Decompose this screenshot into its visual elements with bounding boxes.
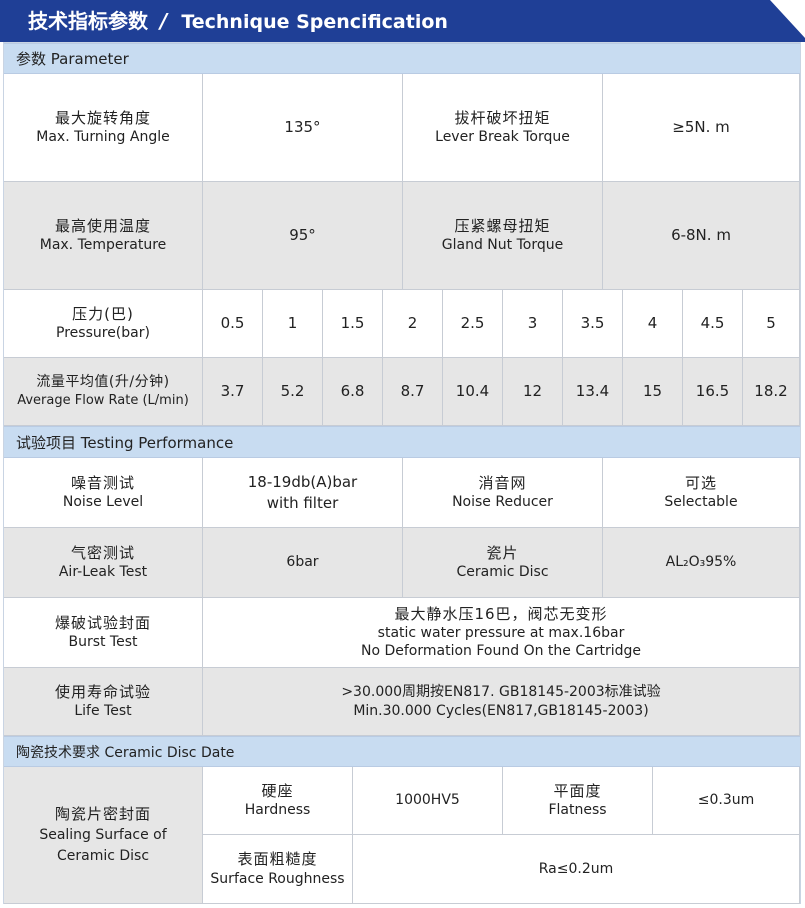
noise-zh: 噪音测试 bbox=[70, 473, 135, 492]
air-leak-en: Air-Leak Test bbox=[58, 564, 148, 581]
title-chinese: 技术指标参数 bbox=[28, 9, 148, 33]
air-leak-value: 6bar bbox=[203, 528, 403, 598]
section-testing: 试验项目 Testing Performance bbox=[4, 426, 800, 458]
flow-rate-zh: 流量平均值(升/分钟) bbox=[36, 374, 170, 391]
section-ceramic: 陶瓷技术要求 Ceramic Disc Date bbox=[4, 736, 800, 767]
noise-en: Noise Level bbox=[62, 494, 144, 511]
title-english: Technique Spencification bbox=[181, 11, 448, 33]
life-test-value: >30.000周期按EN817. GB18145-2003标准试验 Min.30… bbox=[203, 668, 800, 736]
noise-value-line2: with filter bbox=[266, 493, 339, 512]
ceramic-disc-en: Ceramic Disc bbox=[456, 564, 549, 581]
sealing-surface-en1: Sealing Surface of bbox=[39, 827, 167, 844]
pressure-label: 压力(巴) Pressure(bar) bbox=[4, 290, 203, 358]
flow-value: 16.5 bbox=[683, 358, 743, 426]
life-test-label: 使用寿命试验 Life Test bbox=[4, 668, 203, 736]
pressure-value: 5 bbox=[743, 290, 800, 358]
page-title: 技术指标参数 / Technique Spencification bbox=[28, 6, 448, 36]
burst-line3: No Deformation Found On the Cartridge bbox=[361, 643, 641, 660]
life-test-zh: 使用寿命试验 bbox=[54, 682, 151, 701]
roughness-value: Ra≤0.2um bbox=[353, 835, 800, 904]
pressure-en: Pressure(bar) bbox=[56, 325, 150, 342]
turning-angle-zh: 最大旋转角度 bbox=[54, 108, 151, 127]
pressure-value: 0.5 bbox=[203, 290, 263, 358]
title-separator: / bbox=[160, 9, 168, 33]
flow-value: 5.2 bbox=[263, 358, 323, 426]
burst-line1: 最大静水压16巴，阀芯无变形 bbox=[394, 604, 608, 623]
lever-break-label: 拔杆破坏扭矩 Lever Break Torque bbox=[403, 74, 603, 182]
burst-line2: static water pressure at max.16bar bbox=[377, 625, 625, 642]
burst-test-label: 爆破试验封面 Burst Test bbox=[4, 598, 203, 668]
burst-test-en: Burst Test bbox=[68, 634, 138, 651]
air-leak-zh: 气密测试 bbox=[70, 543, 135, 562]
pressure-value: 1 bbox=[263, 290, 323, 358]
flow-value: 13.4 bbox=[563, 358, 623, 426]
life-line1: >30.000周期按EN817. GB18145-2003标准试验 bbox=[341, 683, 661, 700]
pressure-value: 4.5 bbox=[683, 290, 743, 358]
noise-reducer-en: Noise Reducer bbox=[452, 494, 553, 511]
pressure-value: 2.5 bbox=[443, 290, 503, 358]
ceramic-disc-label: 瓷片 Ceramic Disc bbox=[403, 528, 603, 598]
air-leak-label: 气密测试 Air-Leak Test bbox=[4, 528, 203, 598]
title-bar: 技术指标参数 / Technique Spencification bbox=[0, 0, 805, 42]
burst-test-zh: 爆破试验封面 bbox=[54, 613, 151, 632]
flatness-en: Flatness bbox=[548, 802, 607, 819]
sealing-surface-zh: 陶瓷片密封面 bbox=[54, 804, 151, 823]
hardness-zh: 硬座 bbox=[261, 781, 294, 800]
flatness-zh: 平面度 bbox=[553, 781, 602, 800]
flow-value: 12 bbox=[503, 358, 563, 426]
noise-value-line1: 18-19db(A)bar bbox=[247, 473, 358, 492]
temperature-value: 95° bbox=[203, 182, 403, 290]
temperature-en: Max. Temperature bbox=[39, 237, 167, 254]
roughness-label: 表面粗糙度 Surface Roughness bbox=[203, 835, 353, 904]
flatness-label: 平面度 Flatness bbox=[503, 767, 653, 835]
flow-value: 8.7 bbox=[383, 358, 443, 426]
selectable-en: Selectable bbox=[664, 494, 738, 511]
pressure-value: 3.5 bbox=[563, 290, 623, 358]
life-test-en: Life Test bbox=[74, 703, 132, 720]
pressure-value: 3 bbox=[503, 290, 563, 358]
pressure-zh: 压力(巴) bbox=[72, 304, 134, 323]
pressure-value: 4 bbox=[623, 290, 683, 358]
lever-break-en: Lever Break Torque bbox=[435, 129, 570, 146]
sealing-surface-en2: Ceramic Disc bbox=[56, 848, 150, 865]
ceramic-disc-zh: 瓷片 bbox=[486, 543, 519, 562]
flow-rate-en: Average Flow Rate (L/min) bbox=[17, 393, 189, 409]
hardness-en: Hardness bbox=[244, 802, 311, 819]
flow-value: 15 bbox=[623, 358, 683, 426]
ceramic-disc-value: AL₂O₃95% bbox=[603, 528, 800, 598]
noise-reducer-value: 可选 Selectable bbox=[603, 458, 800, 528]
lever-break-value: ≥5N. m bbox=[603, 74, 800, 182]
section-parameter: 参数 Parameter bbox=[4, 43, 800, 74]
roughness-zh: 表面粗糙度 bbox=[237, 850, 318, 869]
temperature-label: 最高使用温度 Max. Temperature bbox=[4, 182, 203, 290]
noise-label: 噪音测试 Noise Level bbox=[4, 458, 203, 528]
gland-nut-zh: 压紧螺母扭矩 bbox=[454, 216, 551, 235]
pressure-value: 2 bbox=[383, 290, 443, 358]
hardness-label: 硬座 Hardness bbox=[203, 767, 353, 835]
hardness-value: 1000HV5 bbox=[353, 767, 503, 835]
burst-test-value: 最大静水压16巴，阀芯无变形 static water pressure at … bbox=[203, 598, 800, 668]
flatness-value: ≤0.3um bbox=[653, 767, 800, 835]
flow-value: 6.8 bbox=[323, 358, 383, 426]
selectable-zh: 可选 bbox=[684, 473, 717, 492]
flow-rate-label: 流量平均值(升/分钟) Average Flow Rate (L/min) bbox=[4, 358, 203, 426]
life-line2: Min.30.000 Cycles(EN817,GB18145-2003) bbox=[353, 702, 649, 719]
sealing-surface-label: 陶瓷片密封面 Sealing Surface of Ceramic Disc bbox=[4, 767, 203, 904]
temperature-zh: 最高使用温度 bbox=[54, 216, 151, 235]
flow-value: 10.4 bbox=[443, 358, 503, 426]
gland-nut-label: 压紧螺母扭矩 Gland Nut Torque bbox=[403, 182, 603, 290]
turning-angle-value: 135° bbox=[203, 74, 403, 182]
gland-nut-value: 6-8N. m bbox=[603, 182, 800, 290]
noise-value: 18-19db(A)bar with filter bbox=[203, 458, 403, 528]
noise-reducer-label: 消音网 Noise Reducer bbox=[403, 458, 603, 528]
noise-reducer-zh: 消音网 bbox=[478, 473, 527, 492]
turning-angle-en: Max. Turning Angle bbox=[36, 129, 170, 146]
roughness-en: Surface Roughness bbox=[210, 870, 345, 887]
pressure-value: 1.5 bbox=[323, 290, 383, 358]
flow-value: 18.2 bbox=[743, 358, 800, 426]
flow-value: 3.7 bbox=[203, 358, 263, 426]
gland-nut-en: Gland Nut Torque bbox=[441, 237, 564, 254]
lever-break-zh: 拔杆破坏扭矩 bbox=[454, 108, 551, 127]
turning-angle-label: 最大旋转角度 Max. Turning Angle bbox=[4, 74, 203, 182]
